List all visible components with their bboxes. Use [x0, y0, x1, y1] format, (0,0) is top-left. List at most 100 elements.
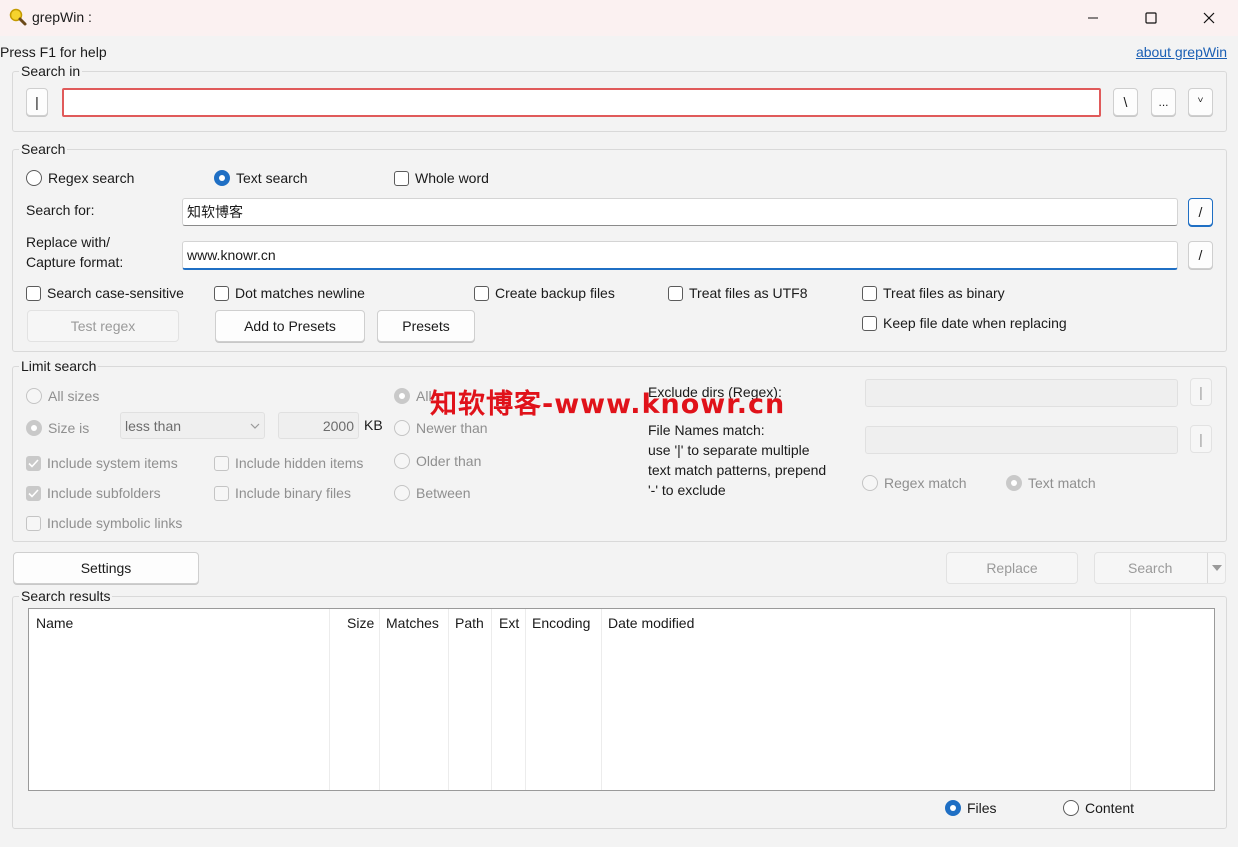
all-sizes-radio[interactable]: All sizes: [26, 388, 99, 404]
include-hidden-checkbox[interactable]: Include hidden items: [214, 455, 363, 471]
column-name: [29, 609, 330, 790]
search-for-regex-button[interactable]: /: [1188, 198, 1213, 226]
size-operator-select[interactable]: less than: [120, 412, 265, 439]
search-group-label: Search: [19, 141, 68, 157]
maximize-icon: [1145, 12, 1157, 24]
column-encoding: [526, 609, 602, 790]
file-names-label-4: '-' to exclude: [648, 482, 726, 498]
chevron-down-icon: [1211, 565, 1222, 571]
checkbox-indicator: [862, 315, 877, 331]
about-link[interactable]: about grepWin: [1136, 44, 1227, 60]
path-history-button[interactable]: ⱽ: [1188, 88, 1213, 116]
watermark-overlay: 知软博客-www.knowr.cn: [430, 389, 786, 420]
replace-button[interactable]: Replace: [946, 552, 1078, 584]
column-header-name[interactable]: Name: [36, 615, 73, 631]
checkbox-indicator: [214, 285, 229, 301]
radio-indicator: [394, 388, 410, 404]
text-match-label: Text match: [1028, 475, 1096, 491]
replace-regex-button[interactable]: /: [1188, 241, 1213, 269]
column-size: [330, 609, 380, 790]
search-results-label: Search results: [19, 588, 113, 604]
include-hidden-label: Include hidden items: [235, 455, 364, 471]
regex-search-radio[interactable]: Regex search: [26, 170, 134, 186]
text-search-label: Text search: [236, 170, 308, 186]
include-symlinks-label: Include symbolic links: [47, 515, 183, 531]
title-bar: grepWin :: [0, 0, 1238, 36]
replace-input[interactable]: www.knowr.cn: [182, 241, 1178, 270]
radio-indicator: [945, 800, 961, 816]
size-is-radio[interactable]: Size is: [26, 420, 89, 436]
size-value-input[interactable]: 2000: [278, 412, 359, 439]
include-subfolders-label: Include subfolders: [47, 485, 161, 501]
include-symlinks-checkbox[interactable]: Include symbolic links: [26, 515, 182, 531]
exclude-dirs-mode-button[interactable]: |: [1190, 378, 1212, 406]
radio-indicator: [26, 388, 42, 404]
search-path-input[interactable]: [62, 88, 1101, 117]
exclude-dirs-input[interactable]: [865, 379, 1178, 407]
treat-utf8-checkbox[interactable]: Treat files as UTF8: [668, 285, 808, 301]
treat-binary-checkbox[interactable]: Treat files as binary: [862, 285, 1005, 301]
file-names-input[interactable]: [865, 426, 1178, 454]
settings-button[interactable]: Settings: [13, 552, 199, 584]
column-header-date-modified[interactable]: Date modified: [608, 615, 694, 631]
close-icon: [1203, 12, 1215, 24]
backup-files-checkbox[interactable]: Create backup files: [474, 285, 615, 301]
presets-button[interactable]: Presets: [377, 310, 475, 342]
show-files-radio[interactable]: Files: [945, 800, 997, 816]
file-names-label-2: use '|' to separate multiple: [648, 442, 810, 458]
results-list[interactable]: Name Size Matches Path Ext Encoding Date…: [28, 608, 1215, 791]
minimize-button[interactable]: [1064, 0, 1122, 36]
search-button[interactable]: Search: [1094, 552, 1226, 584]
include-system-checkbox[interactable]: Include system items: [26, 455, 178, 471]
add-to-presets-button[interactable]: Add to Presets: [215, 310, 365, 342]
column-header-matches[interactable]: Matches: [386, 615, 439, 631]
radio-indicator: [1063, 800, 1079, 816]
whole-word-checkbox[interactable]: Whole word: [394, 170, 489, 186]
search-dropdown-arrow[interactable]: [1207, 553, 1225, 583]
checkbox-indicator: [214, 485, 229, 501]
keep-date-checkbox[interactable]: Keep file date when replacing: [862, 315, 1067, 331]
all-sizes-label: All sizes: [48, 388, 100, 404]
older-than-radio[interactable]: Older than: [394, 453, 481, 469]
column-ext: [492, 609, 526, 790]
backup-files-label: Create backup files: [495, 285, 615, 301]
close-button[interactable]: [1180, 0, 1238, 36]
limit-search-label: Limit search: [19, 358, 99, 374]
include-binary-checkbox[interactable]: Include binary files: [214, 485, 351, 501]
newer-than-radio[interactable]: Newer than: [394, 420, 488, 436]
case-sensitive-checkbox[interactable]: Search case-sensitive: [26, 285, 184, 301]
newer-than-label: Newer than: [416, 420, 488, 436]
between-radio[interactable]: Between: [394, 485, 470, 501]
all-dates-radio[interactable]: All: [394, 388, 432, 404]
show-content-radio[interactable]: Content: [1063, 800, 1134, 816]
backslash-button[interactable]: \: [1113, 88, 1138, 116]
treat-utf8-label: Treat files as UTF8: [689, 285, 808, 301]
search-in-label: Search in: [19, 63, 83, 79]
column-header-size[interactable]: Size: [347, 615, 374, 631]
column-header-encoding[interactable]: Encoding: [532, 615, 590, 631]
include-system-label: Include system items: [47, 455, 178, 471]
search-path-mode-button[interactable]: |: [26, 88, 48, 116]
keep-date-label: Keep file date when replacing: [883, 315, 1067, 331]
file-names-mode-button[interactable]: |: [1190, 425, 1212, 453]
show-content-label: Content: [1085, 800, 1135, 816]
dot-newline-checkbox[interactable]: Dot matches newline: [214, 285, 365, 301]
checkbox-indicator: [862, 285, 877, 301]
test-regex-button[interactable]: Test regex: [27, 310, 179, 342]
radio-indicator: [394, 485, 410, 501]
magnifier-icon: [9, 8, 27, 26]
column-header-ext[interactable]: Ext: [499, 615, 519, 631]
browse-button[interactable]: ...: [1151, 88, 1176, 116]
file-names-label-1: File Names match:: [648, 422, 765, 438]
maximize-button[interactable]: [1122, 0, 1180, 36]
include-subfolders-checkbox[interactable]: Include subfolders: [26, 485, 161, 501]
dot-newline-label: Dot matches newline: [235, 285, 365, 301]
size-is-label: Size is: [48, 420, 90, 436]
replace-label-line2: Capture format:: [26, 254, 124, 270]
text-search-radio[interactable]: Text search: [214, 170, 308, 186]
column-header-path[interactable]: Path: [455, 615, 484, 631]
text-match-radio[interactable]: Text match: [1006, 475, 1096, 491]
checkbox-indicator: [26, 485, 41, 501]
regex-match-radio[interactable]: Regex match: [862, 475, 966, 491]
search-for-input[interactable]: 知软博客: [182, 198, 1178, 226]
